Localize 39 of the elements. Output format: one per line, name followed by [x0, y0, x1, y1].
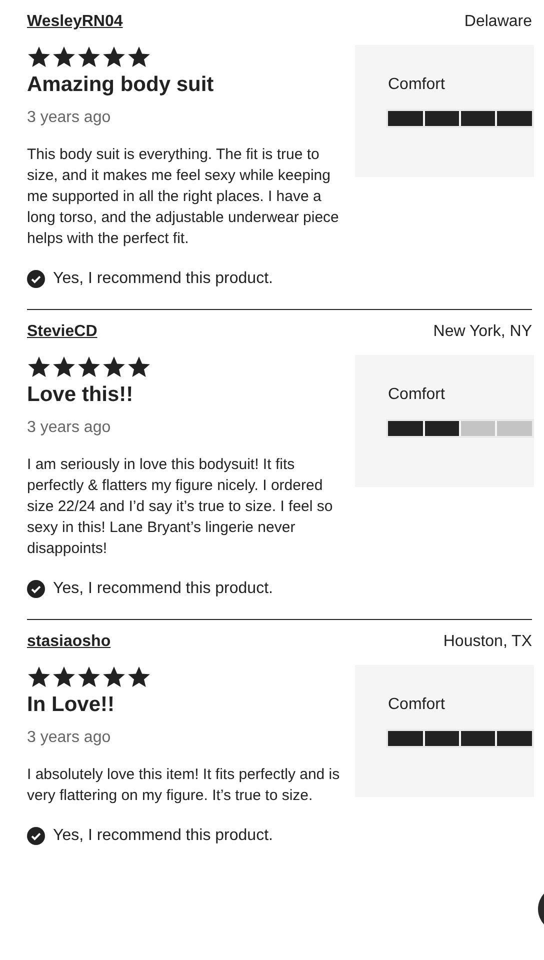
check-circle-icon	[27, 827, 45, 845]
rating-label: Comfort	[388, 385, 446, 405]
review-date: 3 years ago	[27, 728, 112, 748]
star-icon	[27, 45, 51, 69]
check-circle-icon	[27, 270, 45, 288]
star-icon	[127, 45, 151, 69]
star-icon	[102, 45, 126, 69]
star-icon	[127, 665, 151, 689]
review-date: 3 years ago	[27, 418, 112, 438]
review-title: Amazing body suit	[27, 72, 215, 98]
review-title: In Love!!	[27, 692, 116, 718]
reviewer-name-link[interactable]: StevieCD	[27, 320, 98, 344]
reviewer-name-link[interactable]: WesleyRN04	[27, 10, 123, 34]
reviewer-name-link[interactable]: stasiaosho	[27, 630, 111, 654]
reviewer-location: Houston, TX	[443, 632, 532, 652]
star-icon	[52, 355, 76, 379]
review-body: This body suit is everything. The fit is true to size, and it makes me feel sexy while keeping me supported in all the right places. I have a long torso, and the adjustable underwear piece helps with the perfect fit.	[27, 145, 340, 249]
review-body: I am seriously in love this bodysuit! It fits perfectly & flatters my figure nicely. I ordered size 22/24 and I’d say it’s true to size. I feel so sexy in this! Lane Bryant’s lingerie never disappoints!	[27, 455, 334, 559]
star-icon	[77, 45, 101, 69]
reviewer-location: New York, NY	[433, 322, 532, 342]
star-icon	[102, 355, 126, 379]
star-icon	[52, 665, 76, 689]
recommend-text: Yes, I recommend this product.	[53, 826, 273, 846]
check-circle-icon	[27, 580, 45, 598]
review-title: Love this!!	[27, 382, 134, 408]
review-body: I absolutely love this item! It fits perfectly and is very flattering on my figure. It’s true to size.	[27, 765, 341, 806]
star-icon	[27, 665, 51, 689]
star-icon	[127, 355, 151, 379]
star-icon	[52, 45, 76, 69]
rating-label: Comfort	[388, 695, 446, 715]
review-date: 3 years ago	[27, 108, 112, 128]
recommend-text: Yes, I recommend this product.	[53, 269, 273, 289]
rating-label: Comfort	[388, 75, 446, 95]
reviewer-location: Delaware	[464, 12, 532, 32]
recommend-text: Yes, I recommend this product.	[53, 579, 273, 599]
star-icon	[27, 355, 51, 379]
star-icon	[102, 665, 126, 689]
star-icon	[77, 665, 101, 689]
star-icon	[77, 355, 101, 379]
